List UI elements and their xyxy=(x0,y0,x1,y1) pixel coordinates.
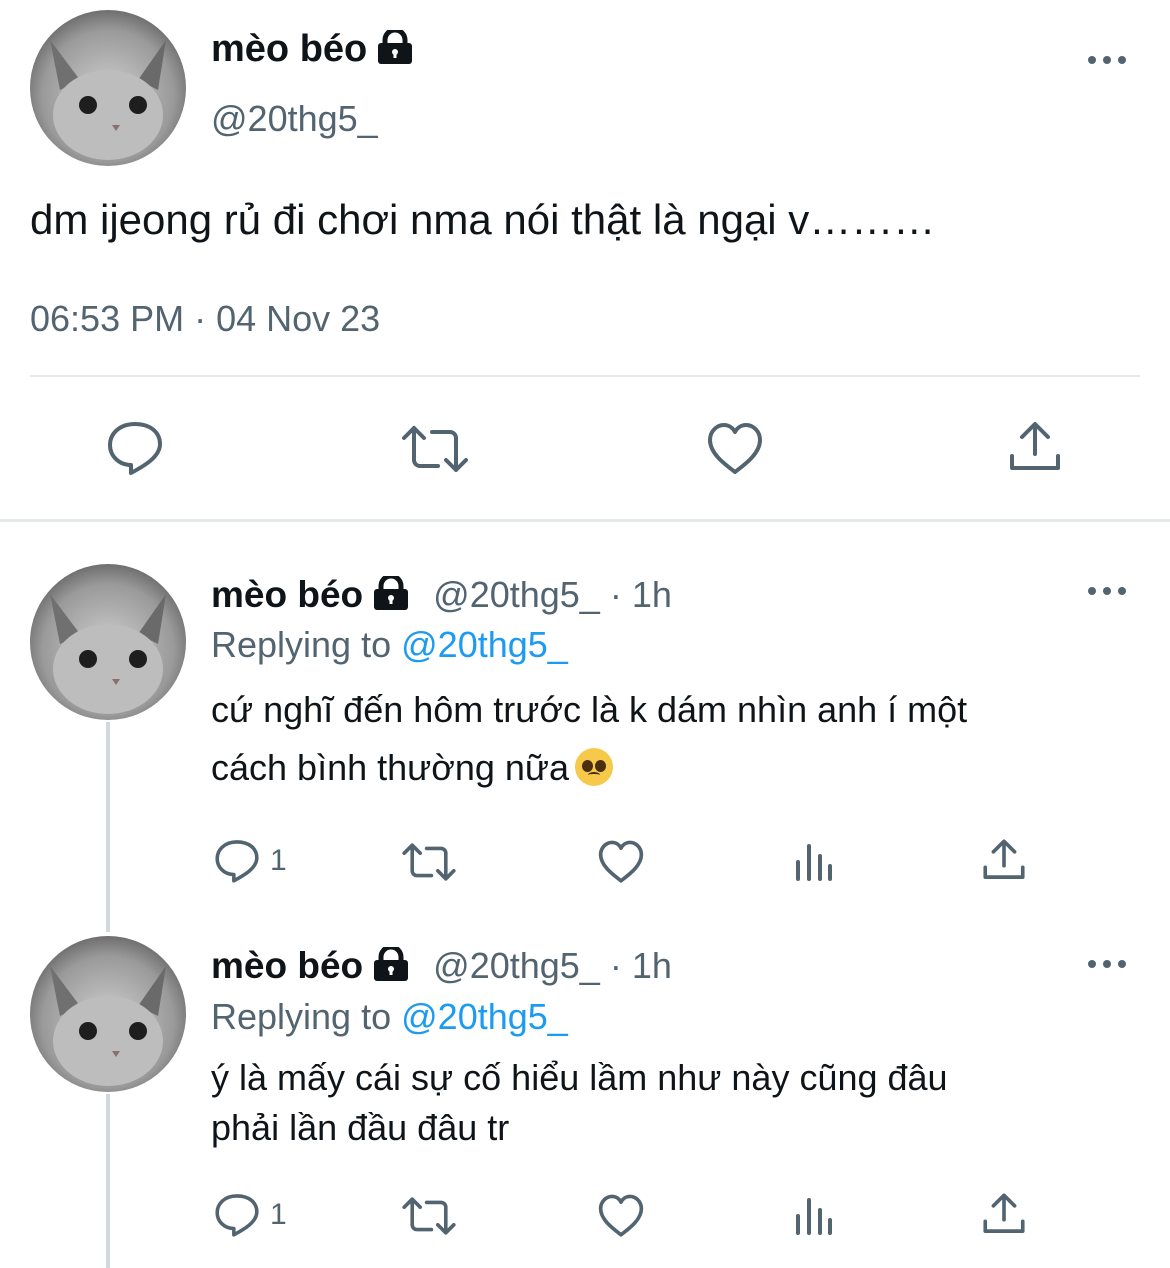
thread-line xyxy=(106,722,110,932)
tweet-text: dm ijeong rủ đi chơi nma nói thật là ngạ… xyxy=(30,196,936,243)
reply-button[interactable]: 1 xyxy=(214,838,287,884)
avatar[interactable] xyxy=(30,564,186,720)
share-button[interactable] xyxy=(1008,420,1062,474)
retweet-button[interactable] xyxy=(401,842,457,882)
heart-icon xyxy=(598,1194,644,1237)
replying-to: Replying to @20thg5_ xyxy=(211,996,568,1037)
lock-icon xyxy=(371,573,411,619)
heart-icon xyxy=(598,840,644,883)
more-options-icon[interactable] xyxy=(1088,53,1128,67)
heart-icon xyxy=(708,423,762,474)
section-divider xyxy=(0,519,1170,522)
reply-header: mèo béo @20thg5_ · 1h xyxy=(211,944,672,990)
reply-text: cứ nghĩ đến hôm trước là k dám nhìn anh … xyxy=(211,689,968,788)
reply-button[interactable]: 1 xyxy=(214,1192,287,1238)
retweet-icon xyxy=(402,1197,456,1235)
display-name[interactable]: mèo béo xyxy=(211,945,363,986)
reply-icon xyxy=(215,840,259,883)
share-icon xyxy=(1010,422,1060,470)
analytics-icon xyxy=(796,1198,832,1235)
retweet-icon xyxy=(402,843,456,881)
retweet-icon xyxy=(402,426,468,472)
analytics-icon xyxy=(796,844,832,881)
share-icon xyxy=(983,1193,1025,1233)
analytics-button[interactable] xyxy=(794,1196,834,1236)
avatar[interactable] xyxy=(30,936,186,1092)
retweet-button[interactable] xyxy=(401,1196,457,1236)
mention-link[interactable]: @20thg5_ xyxy=(401,996,568,1037)
display-name[interactable]: mèo béo xyxy=(211,27,415,74)
reply-icon xyxy=(215,1194,259,1237)
share-icon xyxy=(983,839,1025,879)
reply-header: mèo béo @20thg5_ · 1h xyxy=(211,573,672,619)
reply-text: ý là mấy cái sự cố hiểu lầm như này cũng… xyxy=(211,1057,948,1148)
more-options-icon[interactable] xyxy=(1088,957,1128,971)
replying-to: Replying to @20thg5_ xyxy=(211,624,568,665)
like-button[interactable] xyxy=(597,840,645,884)
like-button[interactable] xyxy=(706,422,764,476)
pleading-face-emoji xyxy=(575,748,614,786)
handle-time[interactable]: @20thg5_ · 1h xyxy=(433,945,672,986)
divider xyxy=(30,375,1140,377)
retweet-button[interactable] xyxy=(400,424,470,474)
avatar[interactable] xyxy=(30,10,186,166)
display-name[interactable]: mèo béo xyxy=(211,574,363,615)
tweet-timestamp[interactable]: 06:53 PM · 04 Nov 23 xyxy=(30,298,380,340)
handle[interactable]: @20thg5_ xyxy=(211,98,378,140)
share-button[interactable] xyxy=(982,1192,1026,1236)
reply-icon xyxy=(108,422,162,475)
lock-icon xyxy=(375,27,415,74)
reply-count: 1 xyxy=(270,844,287,877)
analytics-button[interactable] xyxy=(794,842,834,882)
handle-time[interactable]: @20thg5_ · 1h xyxy=(433,574,672,615)
thread-line xyxy=(106,1094,110,1268)
share-button[interactable] xyxy=(982,838,1026,882)
reply-count: 1 xyxy=(270,1198,287,1231)
more-options-icon[interactable] xyxy=(1088,584,1128,598)
like-button[interactable] xyxy=(597,1194,645,1238)
reply-button[interactable] xyxy=(106,420,164,476)
lock-icon xyxy=(371,944,411,990)
mention-link[interactable]: @20thg5_ xyxy=(401,624,568,665)
